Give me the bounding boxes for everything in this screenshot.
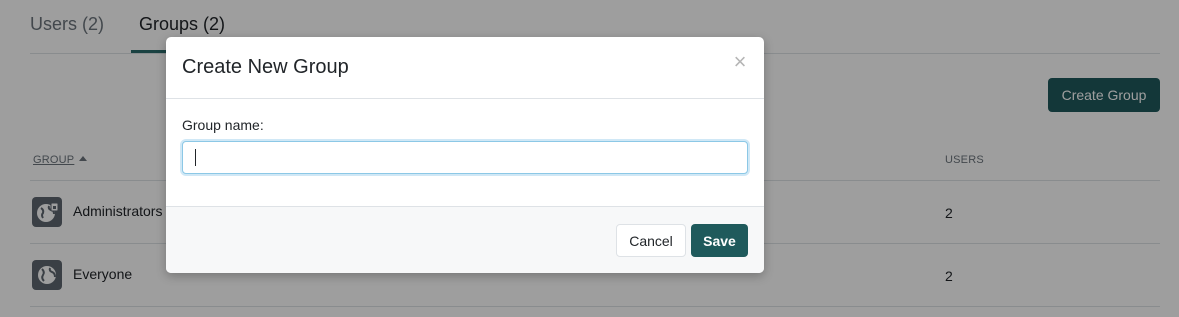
dialog-header: Create New Group ×	[166, 37, 764, 99]
cancel-button[interactable]: Cancel	[616, 224, 686, 257]
close-icon[interactable]: ×	[730, 51, 750, 73]
page: Users (2) Groups (2) Create Group GROUP …	[0, 0, 1179, 317]
dialog-title: Create New Group	[182, 56, 349, 78]
save-button[interactable]: Save	[691, 224, 748, 257]
group-name-input[interactable]	[182, 141, 748, 174]
text-cursor	[195, 149, 196, 166]
create-group-dialog: Create New Group × Group name: Cancel Sa…	[166, 37, 764, 273]
group-name-label: Group name:	[182, 117, 264, 133]
dialog-footer: Cancel Save	[166, 206, 764, 273]
